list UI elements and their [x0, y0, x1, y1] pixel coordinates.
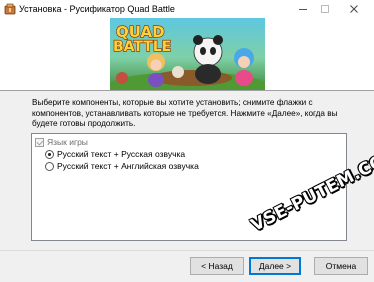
back-button[interactable]: < Назад [190, 257, 244, 275]
window-title: Установка - Русификатор Quad Battle [19, 4, 175, 14]
banner-logo-line2: BATTLE [113, 39, 171, 55]
instructions-text: Выберите компоненты, которые вы хотите у… [32, 98, 338, 128]
components-list[interactable]: Язык игры Русский текст + Русская озвучк… [31, 133, 347, 241]
footer-separator [0, 250, 374, 251]
option-label: Русский текст + Русская озвучка [57, 149, 186, 159]
group-label: Язык игры [47, 137, 88, 147]
option-label: Русский текст + Английская озвучка [57, 161, 199, 171]
option-radio[interactable] [45, 161, 54, 171]
close-icon [350, 5, 358, 13]
maximize-button[interactable] [311, 0, 339, 18]
cancel-button[interactable]: Отмена [314, 257, 368, 275]
minimize-icon [299, 9, 307, 10]
header-separator [0, 90, 374, 91]
next-button[interactable]: Далее > [249, 257, 301, 275]
component-group-row[interactable]: Язык игры [35, 136, 88, 148]
component-option-row[interactable]: Русский текст + Русская озвучка [45, 148, 185, 160]
maximize-icon [321, 5, 329, 13]
installer-icon [4, 3, 16, 15]
installer-window: Установка - Русификатор Quad Battle QUAD… [0, 0, 374, 282]
component-option-row[interactable]: Русский текст + Английская озвучка [45, 160, 199, 172]
header-banner-area: QUAD BATTLE [0, 18, 374, 90]
option-radio-selected[interactable] [45, 149, 54, 159]
game-banner-image: QUAD BATTLE [110, 18, 265, 90]
group-checkbox[interactable] [35, 137, 44, 147]
close-button[interactable] [340, 0, 368, 18]
title-bar[interactable]: Установка - Русификатор Quad Battle [0, 0, 374, 18]
